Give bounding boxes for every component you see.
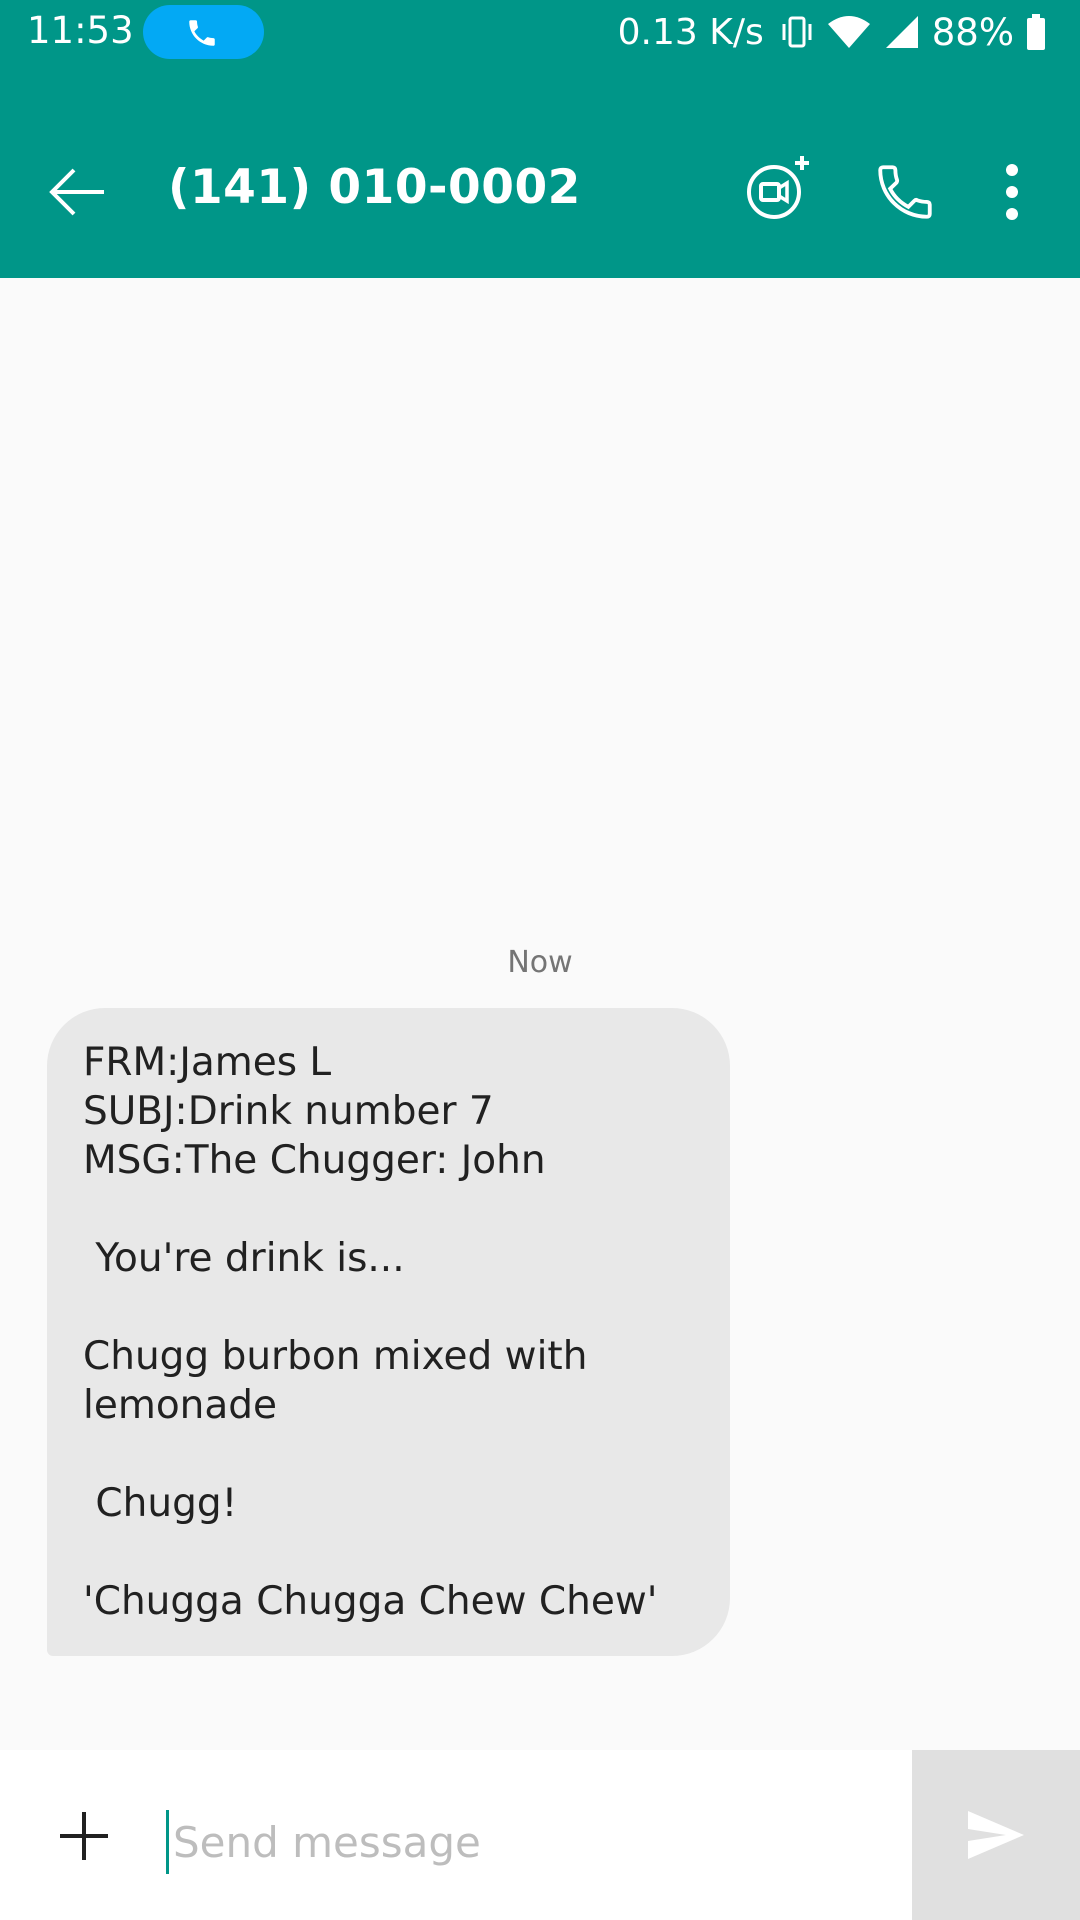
video-call-add-icon xyxy=(747,156,809,219)
battery-icon xyxy=(1026,14,1046,50)
plus-icon xyxy=(60,1812,108,1860)
network-speed: 0.13 K/s xyxy=(617,11,764,53)
status-time: 11:53 xyxy=(27,9,134,52)
vibrate-icon xyxy=(780,14,814,50)
status-bar: 11:53 0.13 K/s 88% xyxy=(0,0,1080,64)
message-text: FRM:James L SUBJ:Drink number 7 MSG:The … xyxy=(83,1040,658,1624)
back-arrow-icon xyxy=(49,168,104,216)
send-icon xyxy=(968,1811,1024,1859)
wifi-icon xyxy=(826,14,872,50)
signal-icon xyxy=(884,14,920,50)
send-button[interactable] xyxy=(912,1750,1080,1920)
more-vert-icon xyxy=(1006,164,1018,220)
battery-percentage: 88% xyxy=(931,10,1014,54)
incoming-message-bubble[interactable]: FRM:James L SUBJ:Drink number 7 MSG:The … xyxy=(47,1008,730,1656)
message-input[interactable] xyxy=(166,1810,893,1874)
contact-title: (141) 010-0002 xyxy=(168,160,581,215)
phone-icon xyxy=(189,20,215,46)
back-button[interactable] xyxy=(46,161,108,223)
add-attachment-button[interactable] xyxy=(58,1810,110,1862)
phone-icon xyxy=(878,165,932,219)
call-button[interactable] xyxy=(872,159,938,225)
video-call-button[interactable] xyxy=(744,154,814,224)
message-timestamp: Now xyxy=(507,945,573,980)
app-bar: (141) 010-0002 xyxy=(0,64,1080,278)
more-options-button[interactable] xyxy=(995,160,1029,224)
ongoing-call-chip[interactable] xyxy=(143,5,264,59)
message-composer xyxy=(0,1750,1080,1920)
